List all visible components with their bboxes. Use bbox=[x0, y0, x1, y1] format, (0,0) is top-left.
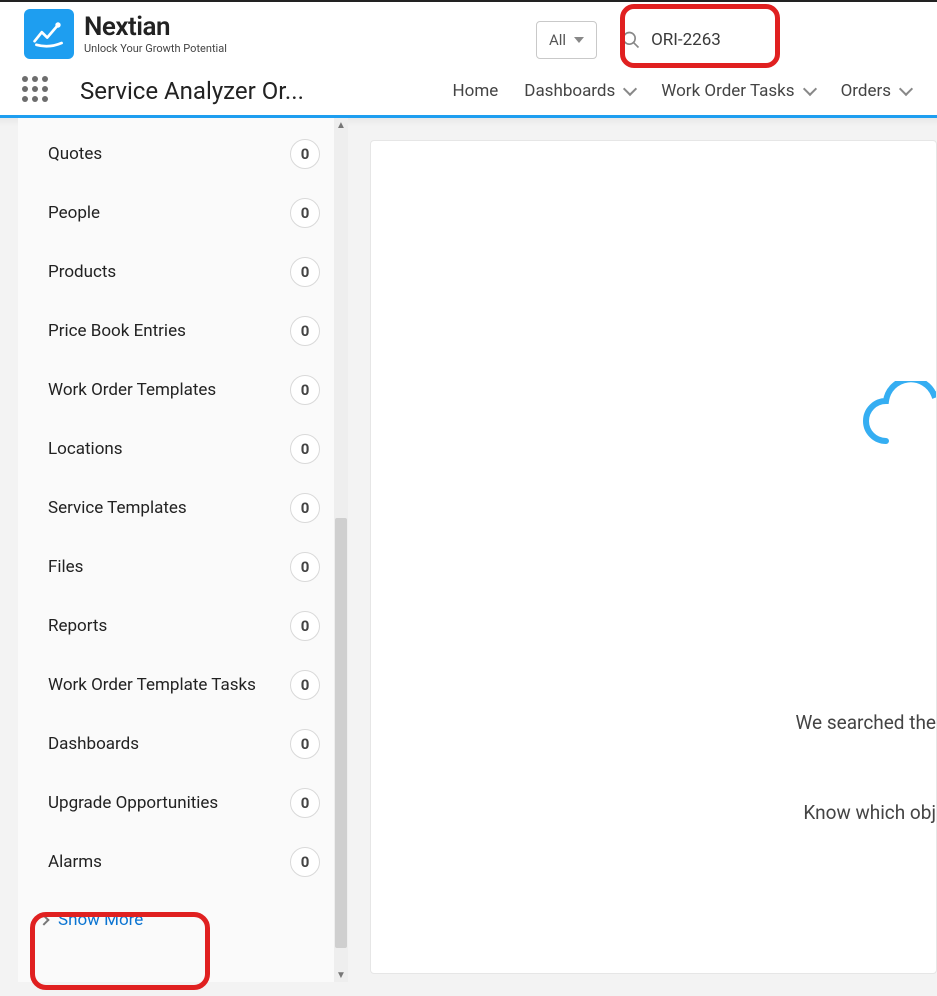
sidebar-item-label: Files bbox=[48, 557, 83, 577]
main-area: We searched the Know which obj bbox=[348, 118, 937, 996]
app-title[interactable]: Service Analyzer Or... bbox=[80, 77, 304, 105]
cloud-illustration bbox=[856, 381, 937, 461]
global-search-input[interactable]: ORI-2263 bbox=[609, 18, 919, 62]
nav-label: Dashboards bbox=[524, 81, 615, 101]
sidebar-item-label: People bbox=[48, 203, 100, 223]
empty-state-line-2: Know which obj bbox=[803, 801, 936, 824]
chevron-down-icon bbox=[802, 81, 816, 95]
count-badge: 0 bbox=[290, 670, 320, 700]
nav-item-dashboards[interactable]: Dashboards bbox=[524, 81, 635, 101]
count-badge: 0 bbox=[290, 611, 320, 641]
count-badge: 0 bbox=[290, 375, 320, 405]
sidebar-item-quotes[interactable]: Quotes 0 bbox=[48, 124, 320, 183]
sidebar-item-upgrade-opportunities[interactable]: Upgrade Opportunities 0 bbox=[48, 773, 320, 832]
nav-bar: Service Analyzer Or... Home Dashboards W… bbox=[0, 66, 937, 118]
sidebar-item-label: Dashboards bbox=[48, 734, 139, 754]
count-badge: 0 bbox=[290, 316, 320, 346]
sidebar-item-alarms[interactable]: Alarms 0 bbox=[48, 832, 320, 891]
sidebar-item-label: Price Book Entries bbox=[48, 321, 186, 341]
chevron-right-icon bbox=[38, 914, 49, 925]
scroll-up-icon[interactable]: ▲ bbox=[334, 118, 348, 132]
sidebar-scrollbar[interactable]: ▲ ▼ bbox=[334, 118, 348, 982]
nav-label: Orders bbox=[841, 81, 891, 101]
scrollbar-thumb[interactable] bbox=[335, 518, 347, 948]
results-card: We searched the Know which obj bbox=[370, 140, 937, 974]
sidebar-item-reports[interactable]: Reports 0 bbox=[48, 596, 320, 655]
header-bar: Nextian Unlock Your Growth Potential All… bbox=[0, 0, 937, 66]
sidebar-item-label: Quotes bbox=[48, 144, 102, 164]
search-scope-dropdown[interactable]: All bbox=[536, 21, 597, 59]
page-body: Quotes 0 People 0 Products 0 Price Book … bbox=[0, 118, 937, 996]
sidebar-item-dashboards[interactable]: Dashboards 0 bbox=[48, 714, 320, 773]
nav-item-orders[interactable]: Orders bbox=[841, 81, 911, 101]
chevron-down-icon bbox=[574, 37, 584, 43]
sidebar-item-price-book-entries[interactable]: Price Book Entries 0 bbox=[48, 301, 320, 360]
sidebar-item-label: Locations bbox=[48, 439, 123, 459]
sidebar-item-label: Alarms bbox=[48, 852, 102, 872]
sidebar-wrap: Quotes 0 People 0 Products 0 Price Book … bbox=[0, 118, 348, 996]
chevron-down-icon bbox=[623, 81, 637, 95]
search-scope-label: All bbox=[549, 31, 566, 49]
count-badge: 0 bbox=[290, 493, 320, 523]
brand-text: Nextian Unlock Your Growth Potential bbox=[84, 14, 227, 55]
sidebar-item-label: Upgrade Opportunities bbox=[48, 793, 218, 813]
count-badge: 0 bbox=[290, 434, 320, 464]
app-launcher-icon[interactable] bbox=[22, 76, 52, 106]
count-badge: 0 bbox=[290, 257, 320, 287]
search-icon bbox=[621, 30, 641, 50]
search-facets-sidebar: Quotes 0 People 0 Products 0 Price Book … bbox=[18, 118, 336, 982]
nav-label: Work Order Tasks bbox=[661, 81, 794, 101]
logo-icon bbox=[31, 16, 67, 52]
sidebar-item-work-order-template-tasks[interactable]: Work Order Template Tasks 0 bbox=[48, 655, 320, 714]
count-badge: 0 bbox=[290, 552, 320, 582]
sidebar-item-locations[interactable]: Locations 0 bbox=[48, 419, 320, 478]
sidebar-item-label: Work Order Template Tasks bbox=[48, 675, 256, 695]
nav-item-work-order-tasks[interactable]: Work Order Tasks bbox=[661, 81, 814, 101]
chevron-down-icon bbox=[899, 81, 913, 95]
sidebar-item-label: Work Order Templates bbox=[48, 380, 216, 400]
empty-state-line-1: We searched the bbox=[795, 711, 936, 734]
count-badge: 0 bbox=[290, 139, 320, 169]
sidebar-item-service-templates[interactable]: Service Templates 0 bbox=[48, 478, 320, 537]
sidebar-item-products[interactable]: Products 0 bbox=[48, 242, 320, 301]
count-badge: 0 bbox=[290, 198, 320, 228]
sidebar-item-label: Reports bbox=[48, 616, 107, 636]
sidebar-item-label: Products bbox=[48, 262, 116, 282]
sidebar-list: Quotes 0 People 0 Products 0 Price Book … bbox=[18, 118, 336, 949]
brand-tagline: Unlock Your Growth Potential bbox=[84, 43, 227, 55]
sidebar-item-people[interactable]: People 0 bbox=[48, 183, 320, 242]
sidebar-item-work-order-templates[interactable]: Work Order Templates 0 bbox=[48, 360, 320, 419]
search-value: ORI-2263 bbox=[651, 30, 721, 50]
count-badge: 0 bbox=[290, 729, 320, 759]
brand-name: Nextian bbox=[84, 14, 227, 41]
sidebar-item-files[interactable]: Files 0 bbox=[48, 537, 320, 596]
show-more-link[interactable]: Show More bbox=[40, 891, 320, 949]
nav-items: Home Dashboards Work Order Tasks Orders bbox=[453, 81, 915, 101]
count-badge: 0 bbox=[290, 847, 320, 877]
brand-logo bbox=[24, 9, 74, 59]
show-more-label: Show More bbox=[58, 910, 143, 930]
nav-item-home[interactable]: Home bbox=[453, 81, 499, 101]
sidebar-item-label: Service Templates bbox=[48, 498, 187, 518]
scroll-down-icon[interactable]: ▼ bbox=[334, 968, 348, 982]
nav-label: Home bbox=[453, 81, 499, 101]
cloud-icon bbox=[856, 381, 937, 461]
count-badge: 0 bbox=[290, 788, 320, 818]
